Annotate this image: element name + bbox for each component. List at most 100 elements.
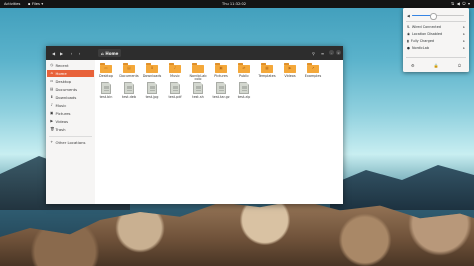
minimize-icon[interactable]: – — [329, 50, 334, 55]
folder-icon: ⇄ — [238, 63, 250, 73]
search-icon[interactable]: ⚲ — [310, 50, 317, 57]
file-test-deb[interactable]: test.deb — [118, 82, 140, 99]
clock-icon: ◷ — [50, 62, 54, 67]
item-label: Pictures — [214, 73, 228, 78]
close-icon[interactable]: × — [336, 50, 341, 55]
item-label: Public — [238, 73, 250, 78]
sidebar-item-trash[interactable]: 🗑 Trash — [47, 126, 94, 133]
file-grid: ▭ Desktop ▤ Documents ⬇ Downloads ♪ Musi… — [95, 60, 343, 204]
power-icon[interactable]: ⏻ — [458, 63, 461, 68]
system-menu: ◀ ⇅ Wired Connected ▸ ◉ Location Disable… — [403, 8, 469, 72]
folder-icon: ♪ — [169, 63, 181, 73]
activities-button[interactable]: Activities — [4, 2, 20, 6]
file-test-tar-gz[interactable]: test.tar.gz — [210, 82, 232, 99]
folder-public[interactable]: ⇄ Public — [233, 63, 255, 78]
item-label: Examples — [304, 73, 322, 78]
trash-icon: 🗑 — [50, 126, 55, 131]
chevron-down-icon: ▾ — [41, 1, 44, 6]
volume-icon: ◀ — [407, 13, 410, 18]
file-test-pdf[interactable]: test.pdf — [164, 82, 186, 99]
folder-icon: ↗ — [307, 63, 319, 73]
app-menu-label: Files — [31, 1, 40, 6]
home-icon: ⌂ — [50, 70, 53, 75]
system-tray[interactable]: ⇅ ◀ ⏻ ▾ — [451, 1, 470, 6]
pdf-file-icon — [170, 82, 180, 94]
menu-row-user[interactable]: ● NordicLab ▸ — [407, 45, 466, 51]
item-label: test.tar.gz — [212, 94, 230, 99]
folder-videos[interactable]: ▶ Videos — [279, 63, 301, 78]
desktop-icon: ▭ — [50, 78, 54, 83]
location-icon: ◉ — [407, 32, 410, 36]
previous-folder-icon[interactable]: ‹ — [68, 50, 75, 57]
item-label: test.sh — [192, 94, 204, 99]
sidebar-item-recent[interactable]: ◷ Recent — [47, 62, 94, 69]
sidebar: ◷ Recent ⌂ Home ▭ Desktop ▤ Documents ⬇ … — [46, 60, 96, 204]
sidebar-item-downloads[interactable]: ⬇ Downloads — [47, 94, 94, 101]
document-icon: ▤ — [50, 86, 54, 91]
folder-music[interactable]: ♪ Music — [164, 63, 186, 78]
plus-icon: + — [50, 139, 54, 144]
folder-desktop[interactable]: ▭ Desktop — [95, 63, 117, 78]
menu-row-label: NordicLab — [411, 46, 429, 50]
menu-row-location[interactable]: ◉ Location Disabled ▸ — [407, 31, 466, 37]
sidebar-item-videos[interactable]: ▶ Videos — [47, 118, 94, 125]
next-folder-icon[interactable]: › — [76, 50, 83, 57]
script-file-icon — [193, 82, 203, 94]
sidebar-item-label: Recent — [55, 63, 69, 68]
back-icon[interactable]: ◀ — [50, 50, 57, 57]
menu-row-label: Location Disabled — [411, 32, 443, 36]
item-label: test.zip — [237, 94, 251, 99]
sidebar-item-label: Music — [55, 103, 67, 108]
picture-icon: ▣ — [50, 110, 54, 115]
sidebar-item-documents[interactable]: ▤ Documents — [47, 86, 94, 93]
sidebar-item-home[interactable]: ⌂ Home — [47, 70, 94, 77]
item-label: Desktop — [99, 73, 113, 78]
user-icon: ● — [407, 46, 410, 50]
app-menu-files[interactable]: ▪ Files ▾ — [28, 2, 43, 6]
folder-pictures[interactable]: ▣ Pictures — [210, 63, 232, 78]
menu-divider — [406, 57, 466, 58]
settings-icon[interactable]: ⚙ — [411, 63, 415, 68]
battery-icon: ▮ — [407, 39, 409, 43]
lock-icon[interactable]: 🔒 — [434, 63, 439, 68]
folder-nordiclab-colo[interactable]: NordicLab colo — [187, 63, 209, 82]
folder-documents[interactable]: ▤ Documents — [118, 63, 140, 78]
chevron-right-icon: ▸ — [463, 32, 465, 36]
folder-templates[interactable]: ▦ Templates — [256, 63, 278, 78]
clock[interactable]: Thu 11:32:02 — [222, 2, 246, 6]
chevron-right-icon: ▸ — [463, 39, 465, 43]
file-test-sh[interactable]: test.sh — [187, 82, 209, 99]
chevron-down-icon: ▾ — [467, 1, 470, 7]
sidebar-item-desktop[interactable]: ▭ Desktop — [47, 78, 94, 85]
folder-icon: ▣ — [215, 63, 227, 73]
wired-icon: ⇅ — [407, 25, 410, 29]
chevron-right-icon: ▸ — [463, 25, 465, 29]
sidebar-item-label: Trash — [55, 127, 66, 132]
sidebar-item-label: Desktop — [55, 79, 72, 84]
folder-examples[interactable]: ↗ Examples — [302, 63, 324, 78]
sidebar-item-other-locations[interactable]: + Other Locations — [47, 139, 94, 146]
file-test-jpg[interactable]: test.jpg — [141, 82, 163, 99]
menu-row-battery[interactable]: ▮ Fully Charged ▸ — [407, 38, 466, 44]
menu-row-wired[interactable]: ⇅ Wired Connected ▸ — [407, 24, 466, 30]
volume-slider[interactable] — [411, 13, 464, 20]
file-test-zip[interactable]: test.zip — [233, 82, 255, 99]
view-menu-icon[interactable]: ≡ — [319, 50, 326, 57]
chevron-right-icon: ▸ — [463, 46, 465, 50]
item-label: Templates — [258, 73, 276, 78]
folder-downloads[interactable]: ⬇ Downloads — [141, 63, 163, 78]
volume-slider-handle[interactable] — [430, 13, 437, 20]
file-test-bin[interactable]: test.bin — [95, 82, 117, 99]
item-label: Videos — [284, 73, 296, 78]
music-icon: ♪ — [50, 102, 53, 107]
home-icon: ⌂ — [101, 50, 104, 56]
wallpaper-hill-right — [330, 165, 474, 210]
volume-row: ◀ — [407, 13, 465, 20]
sidebar-divider — [49, 136, 92, 137]
menu-actions: ⚙ 🔒 ⏻ — [407, 62, 465, 68]
forward-icon[interactable]: ▶ — [58, 50, 65, 57]
menu-row-label: Fully Charged — [410, 39, 435, 43]
sidebar-item-pictures[interactable]: ▣ Pictures — [47, 110, 94, 117]
path-bar-home[interactable]: ⌂ Home — [98, 49, 122, 57]
sidebar-item-music[interactable]: ♪ Music — [47, 102, 94, 109]
